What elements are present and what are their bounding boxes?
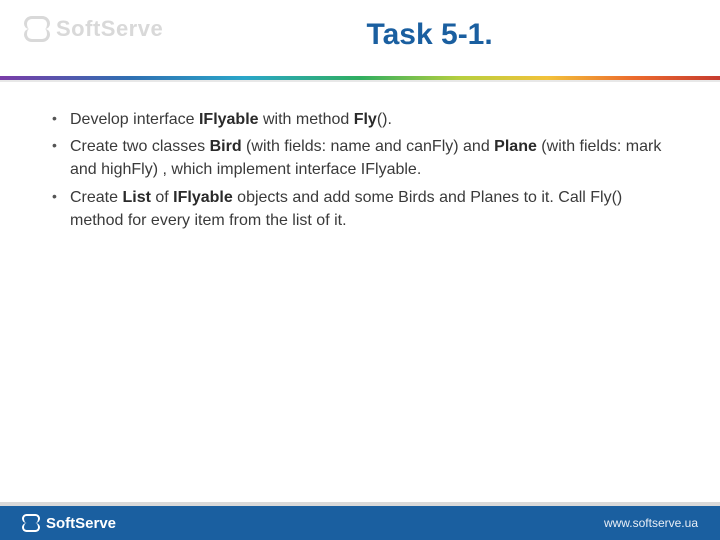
bullet-list: Develop interface IFlyable with method F… (48, 108, 672, 232)
logo-text: SoftServe (56, 16, 163, 42)
footer-url: www.softserve.ua (604, 516, 698, 530)
logo-top: SoftServe (24, 16, 163, 42)
list-item: Develop interface IFlyable with method F… (48, 108, 672, 131)
slide-title: Task 5-1. (163, 18, 696, 52)
content-area: Develop interface IFlyable with method F… (0, 76, 720, 232)
brand-mark-icon (24, 16, 50, 42)
logo-footer: SoftServe (22, 514, 116, 532)
brand-mark-icon (22, 514, 40, 532)
divider-rainbow (0, 76, 720, 80)
list-item: Create two classes Bird (with fields: na… (48, 135, 672, 181)
footer-logo-text: SoftServe (46, 515, 116, 532)
header: SoftServe Task 5-1. (0, 0, 720, 76)
list-item: Create List of IFlyable objects and add … (48, 186, 672, 232)
footer: SoftServe www.softserve.ua (0, 506, 720, 540)
